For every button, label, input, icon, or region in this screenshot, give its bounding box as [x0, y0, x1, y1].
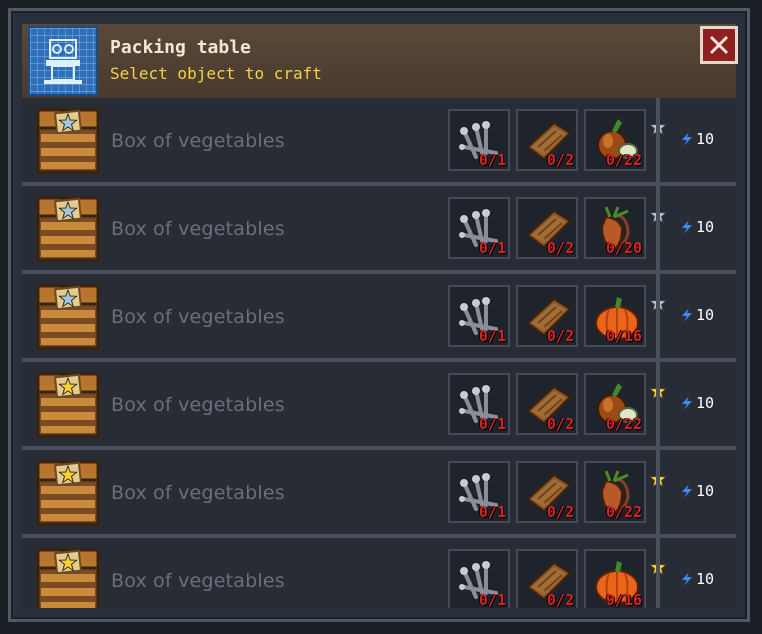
close-button[interactable]: [700, 26, 738, 64]
recipe-list: Box of vegetables 0/1 0/2 0/22 10 Box of…: [22, 98, 736, 608]
energy-bolt-icon: [680, 570, 696, 588]
vegetable-box-icon: [36, 370, 100, 444]
ingredient-count: 0/1: [478, 503, 506, 521]
energy-value: 10: [696, 218, 715, 236]
ingredient-slot[interactable]: 0/2: [516, 197, 578, 259]
ingredient-slot[interactable]: 0/2: [516, 549, 578, 608]
energy-cost: 10: [680, 394, 714, 412]
recipe-name: Box of vegetables: [111, 570, 285, 592]
energy-cost: 10: [680, 218, 714, 236]
ingredient-slot[interactable]: 0/22: [584, 461, 667, 523]
row-divider: [656, 362, 660, 446]
energy-bolt-icon: [680, 482, 696, 500]
row-divider: [656, 186, 660, 270]
window-title: Packing table: [110, 37, 251, 58]
ingredient-count: 0/1: [478, 415, 506, 433]
ingredient-count: 0/1: [478, 239, 506, 257]
energy-bolt-icon: [680, 394, 696, 412]
vegetable-box-icon: [36, 194, 100, 268]
vegetable-box-icon: [36, 546, 100, 608]
energy-bolt-icon: [680, 218, 696, 236]
window-subtitle: Select object to craft: [110, 64, 322, 83]
ingredient-count: 0/2: [546, 239, 574, 257]
ingredient-slot[interactable]: 0/1: [448, 109, 510, 171]
recipe-row[interactable]: Box of vegetables 0/1 0/2: [22, 450, 736, 538]
ingredient-count: 0/22: [605, 503, 642, 521]
ingredient-slot[interactable]: 0/2: [516, 109, 578, 171]
ingredient-count: 0/22: [605, 415, 642, 433]
energy-bolt-icon: [680, 130, 696, 148]
energy-cost: 10: [680, 306, 714, 324]
ingredient-slot[interactable]: 0/2: [516, 373, 578, 435]
ingredient-slot[interactable]: 0/2: [516, 461, 578, 523]
ingredient-count: 0/1: [478, 327, 506, 345]
energy-value: 10: [696, 570, 715, 588]
row-divider: [656, 274, 660, 358]
close-icon: [709, 35, 729, 55]
ingredient-slot[interactable]: 9/16: [584, 549, 667, 608]
ingredient-count: 0/22: [605, 151, 642, 169]
energy-bolt-icon: [680, 306, 696, 324]
ingredient-slot[interactable]: 0/22: [584, 373, 667, 435]
ingredient-slot[interactable]: 0/1: [448, 549, 510, 608]
ingredient-count: 0/20: [605, 239, 642, 257]
row-divider: [656, 538, 660, 608]
recipe-row[interactable]: Box of vegetables 0/1 0/2: [22, 362, 736, 450]
ingredient-slot[interactable]: 0/16: [584, 285, 667, 347]
ingredient-count: 0/2: [546, 151, 574, 169]
ingredient-slot[interactable]: 0/22: [584, 109, 667, 171]
ingredient-count: 9/16: [605, 591, 642, 608]
window-header: Packing table Select object to craft: [22, 24, 736, 101]
ingredient-count: 0/2: [546, 591, 574, 608]
recipe-name: Box of vegetables: [111, 130, 285, 152]
vegetable-box-icon: [36, 106, 100, 180]
ingredient-slot[interactable]: 0/1: [448, 197, 510, 259]
blueprint-icon: [28, 26, 98, 96]
ingredient-slot[interactable]: 0/2: [516, 285, 578, 347]
ingredient-slot[interactable]: 0/1: [448, 373, 510, 435]
ingredient-slot[interactable]: 0/20: [584, 197, 667, 259]
row-divider: [656, 450, 660, 534]
ingredient-slot[interactable]: 0/1: [448, 285, 510, 347]
recipe-name: Box of vegetables: [111, 218, 285, 240]
recipe-name: Box of vegetables: [111, 482, 285, 504]
ingredient-count: 0/2: [546, 415, 574, 433]
recipe-row[interactable]: Box of vegetables 0/1 0/2: [22, 98, 736, 186]
ingredient-count: 0/16: [605, 327, 642, 345]
row-divider: [656, 98, 660, 182]
vegetable-box-icon: [36, 282, 100, 356]
ingredient-count: 0/1: [478, 591, 506, 608]
energy-value: 10: [696, 130, 715, 148]
ingredient-count: 0/1: [478, 151, 506, 169]
energy-value: 10: [696, 482, 715, 500]
energy-value: 10: [696, 306, 715, 324]
energy-value: 10: [696, 394, 715, 412]
recipe-row[interactable]: Box of vegetables 0/1 0/2: [22, 186, 736, 274]
recipe-name: Box of vegetables: [111, 306, 285, 328]
recipe-row[interactable]: Box of vegetables 0/1 0/2: [22, 274, 736, 362]
vegetable-box-icon: [36, 458, 100, 532]
energy-cost: 10: [680, 570, 714, 588]
recipe-row[interactable]: Box of vegetables 0/1 0/2: [22, 538, 736, 608]
ingredient-count: 0/2: [546, 327, 574, 345]
ingredient-slot[interactable]: 0/1: [448, 461, 510, 523]
energy-cost: 10: [680, 482, 714, 500]
recipe-name: Box of vegetables: [111, 394, 285, 416]
ingredient-count: 0/2: [546, 503, 574, 521]
energy-cost: 10: [680, 130, 714, 148]
